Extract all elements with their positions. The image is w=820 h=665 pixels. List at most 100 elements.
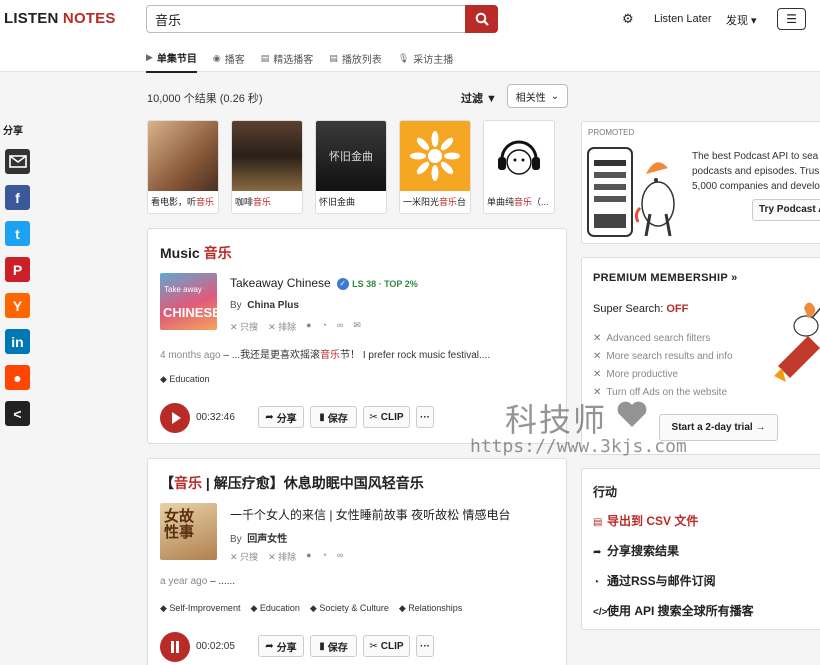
podcast-title[interactable]: Takeaway Chinese ✓ LS 38 · TOP 2%: [230, 276, 418, 290]
export-icon: ▤: [593, 517, 603, 528]
tag[interactable]: ◆ Education: [250, 603, 299, 614]
podcast-artwork[interactable]: 女故 性事: [160, 503, 217, 560]
promoted-ad[interactable]: PROMOTED The best Podcast API to sea podc…: [581, 121, 820, 244]
thumb-item[interactable]: 单曲纯音乐（...: [483, 120, 555, 214]
link-icon[interactable]: ∞: [337, 320, 343, 333]
tab-playlists[interactable]: ▤ 播放列表: [329, 50, 382, 73]
tag[interactable]: ◆ Relationships: [399, 603, 462, 614]
promo-text: The best Podcast API to sea podcasts and …: [692, 151, 820, 192]
apple-icon[interactable]: ●: [306, 320, 311, 333]
tab-podcasts[interactable]: ◉ 播客: [213, 50, 245, 73]
export-csv-link[interactable]: ▤ 导出到 CSV 文件: [593, 512, 698, 529]
super-search-status: Super Search: OFF: [593, 303, 689, 315]
rss-icon[interactable]: ◔: [322, 550, 327, 563]
search-icon: [475, 12, 489, 26]
email-icon[interactable]: ✉: [353, 320, 361, 333]
more-button[interactable]: ···: [416, 635, 434, 657]
pause-button[interactable]: [160, 632, 190, 662]
reddit-share-icon[interactable]: ●: [5, 365, 30, 390]
bookmark-icon: ▮: [319, 640, 325, 652]
episode-title[interactable]: 【音乐 | 解压疗愈】休息助眠中国风轻音乐: [160, 473, 424, 493]
save-button[interactable]: ▮ 保存: [310, 635, 357, 657]
mic-icon: 🎙: [397, 53, 410, 63]
filter-button[interactable]: 过滤 ▼: [461, 90, 497, 106]
thumb-item[interactable]: 一米阳光音乐台: [399, 120, 471, 214]
apple-icon[interactable]: ●: [306, 550, 311, 563]
sort-select[interactable]: 相关性 ⌄: [507, 84, 568, 108]
search-button[interactable]: [465, 5, 498, 33]
scissors-icon: ✂: [369, 640, 378, 652]
episode-duration: 00:02:05: [196, 641, 235, 652]
episode-card: Music 音乐 CHINESE Take away Takeaway Chin…: [147, 228, 567, 444]
search-bar: [146, 5, 498, 33]
podcast-icon: ◉: [212, 53, 221, 63]
premium-title[interactable]: PREMIUM MEMBERSHIP »: [593, 272, 738, 284]
tab-curated[interactable]: ▤ 精选播客: [261, 50, 314, 73]
podcast-title[interactable]: 一千个女人的来信 | 女性睡前故事 夜听故松 情感电台: [230, 506, 510, 523]
listen-later-link[interactable]: Listen Later: [654, 13, 711, 25]
premium-feature: More productive: [593, 369, 678, 380]
code-icon: </>: [593, 607, 608, 618]
thumb-item[interactable]: 咖啡音乐: [231, 120, 303, 214]
tag[interactable]: ◆ Self-Improvement: [160, 603, 240, 614]
watermark-text: 科技师: [505, 401, 608, 439]
exclude-button[interactable]: ✕ 排除: [268, 320, 296, 333]
more-button[interactable]: ···: [416, 406, 434, 428]
only-search-button[interactable]: ✕ 只搜: [230, 320, 258, 333]
actions-card: 行动 ▤ 导出到 CSV 文件 ➦ 分享搜索结果 ◔ 通过RSS与邮件订阅 </>使用…: [581, 468, 820, 630]
share-icon: ➦: [265, 640, 274, 652]
promoted-label: PROMOTED: [588, 128, 635, 137]
podcast-author: By 回声女性: [230, 534, 288, 545]
share-button[interactable]: ➦ 分享: [258, 406, 304, 428]
rss-icon[interactable]: ◔: [322, 320, 327, 333]
podcast-author: By China Plus: [230, 300, 299, 311]
play-button[interactable]: [160, 403, 190, 433]
search-input[interactable]: [146, 5, 465, 33]
rss-icon: ◔: [593, 577, 600, 588]
try-podcast-api-button[interactable]: Try Podcast A: [752, 199, 820, 221]
gear-icon[interactable]: ⚙: [622, 11, 634, 27]
api-search-link[interactable]: </>使用 API 搜索全球所有播客: [593, 602, 754, 619]
bookmark-icon: ▮: [319, 411, 325, 423]
menu-button[interactable]: ☰: [777, 8, 806, 30]
result-count: 10,000 个结果 (0.26 秒): [147, 93, 263, 105]
facebook-share-icon[interactable]: f: [5, 185, 30, 210]
link-icon[interactable]: ∞: [337, 550, 343, 563]
chevron-down-icon: ⌄: [550, 90, 560, 102]
unicorn-rocket-icon: [774, 302, 820, 382]
premium-feature: More search results and info: [593, 351, 732, 362]
logo[interactable]: LISTEN NOTES: [4, 10, 116, 27]
podcast-cover: [484, 121, 554, 191]
only-search-button[interactable]: ✕ 只搜: [230, 550, 258, 563]
linkedin-share-icon[interactable]: in: [5, 329, 30, 354]
discover-menu[interactable]: 发现 ▾: [726, 12, 757, 28]
play-icon: ▶: [146, 52, 153, 62]
share-icon[interactable]: <: [5, 401, 30, 426]
exclude-button[interactable]: ✕ 排除: [268, 550, 296, 563]
clip-button[interactable]: ✂ CLIP: [363, 406, 410, 428]
tag[interactable]: ◆ Education: [160, 374, 209, 385]
thumb-item[interactable]: 怀旧金曲 怀旧金曲: [315, 120, 387, 214]
podcast-cover: [148, 121, 218, 191]
rss-subscribe-link[interactable]: ◔ 通过RSS与邮件订阅: [593, 572, 716, 589]
save-button[interactable]: ▮ 保存: [310, 406, 357, 428]
share-results-link[interactable]: ➦ 分享搜索结果: [593, 542, 679, 559]
tag[interactable]: ◆ Society & Culture: [310, 603, 389, 614]
episode-title[interactable]: Music 音乐: [160, 243, 232, 263]
twitter-share-icon[interactable]: t: [5, 221, 30, 246]
pinterest-share-icon[interactable]: P: [5, 257, 30, 282]
podcast-artwork[interactable]: CHINESE Take away: [160, 273, 217, 330]
tab-hosts[interactable]: 🎙 采访主播: [398, 50, 453, 73]
premium-feature: Turn off Ads on the website: [593, 387, 727, 398]
verified-icon: ✓: [336, 277, 349, 290]
logo-accent: NOTES: [62, 10, 116, 27]
clip-button[interactable]: ✂ CLIP: [363, 635, 410, 657]
playlist-icon: ▤: [329, 53, 338, 63]
scissors-icon: ✂: [369, 411, 378, 423]
tab-episodes[interactable]: ▶ 单集节目: [146, 50, 197, 73]
share-button[interactable]: ➦ 分享: [258, 635, 304, 657]
email-share-icon[interactable]: [5, 149, 30, 174]
share-icon: ➦: [265, 411, 274, 423]
hackernews-share-icon[interactable]: Y: [5, 293, 30, 318]
thumb-item[interactable]: 看电影，听音乐: [147, 120, 219, 214]
